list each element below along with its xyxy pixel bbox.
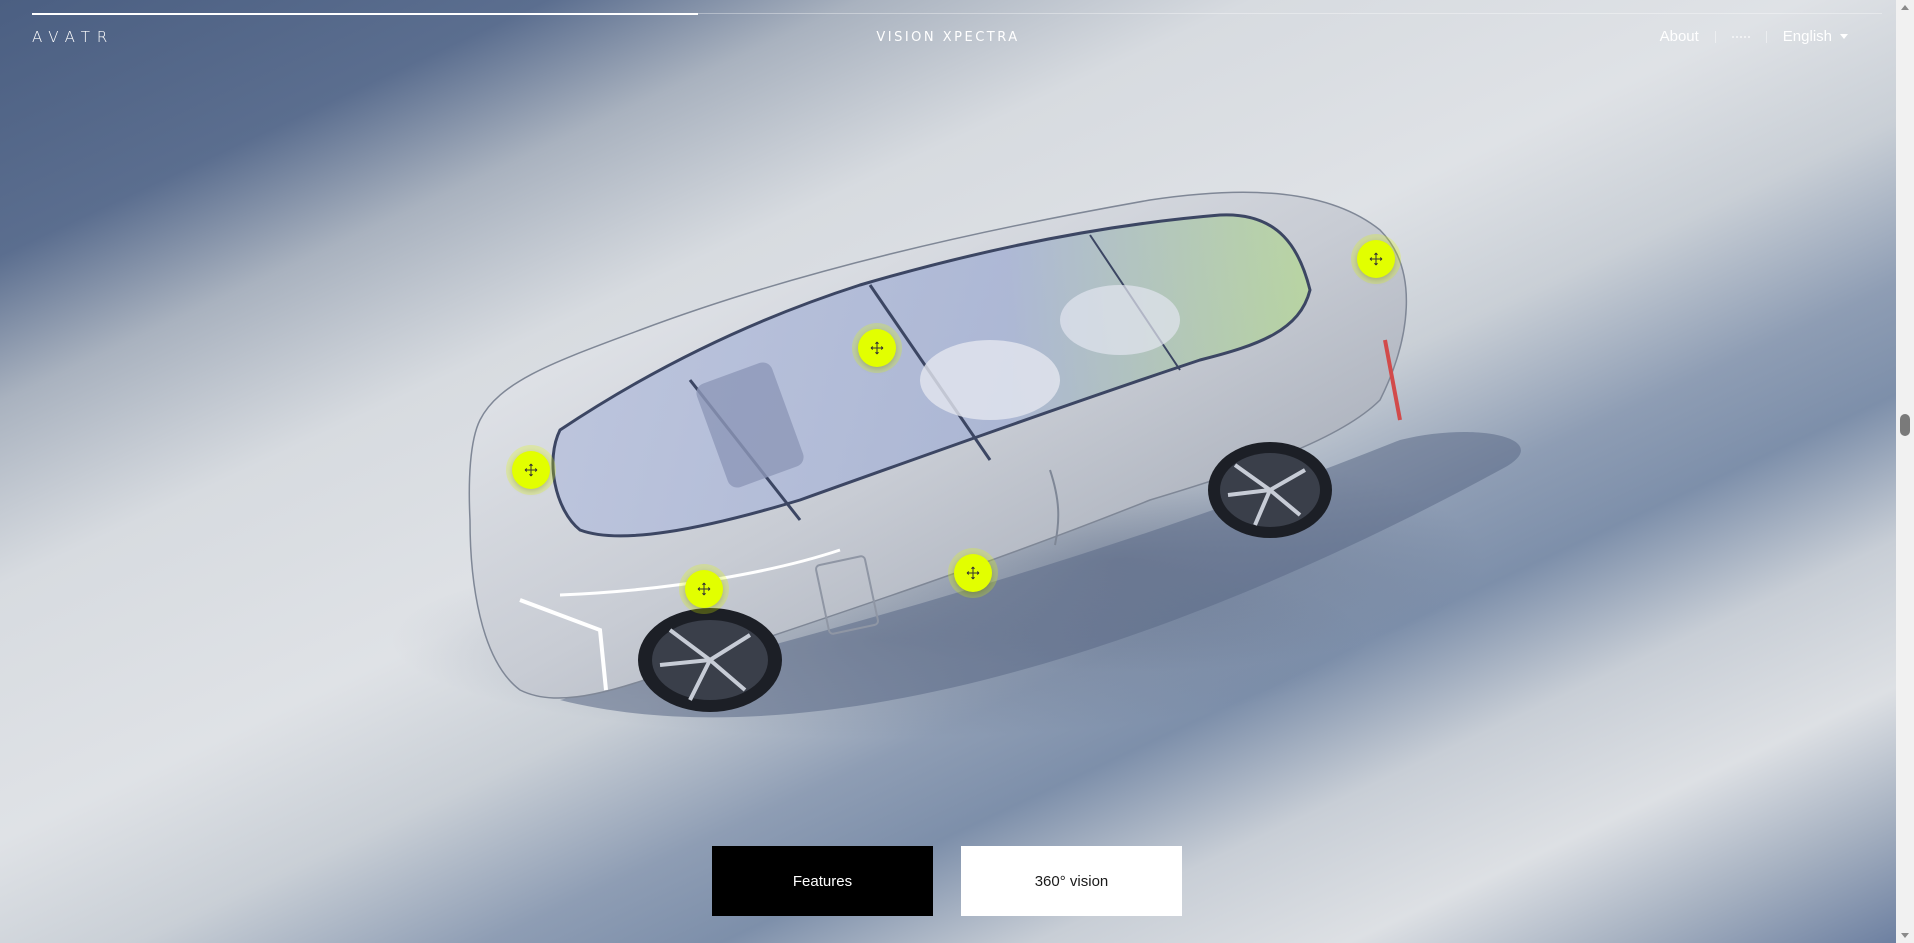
page: AVATR VISION XPECTRA About English Featu… bbox=[0, 0, 1914, 943]
scrollbar[interactable] bbox=[1896, 0, 1914, 943]
scrollbar-thumb[interactable] bbox=[1900, 414, 1910, 436]
site-header: AVATR VISION XPECTRA About English bbox=[0, 14, 1896, 62]
move-cross-icon bbox=[1369, 252, 1383, 266]
scroll-down-arrow-icon[interactable] bbox=[1901, 933, 1909, 938]
nav-divider bbox=[1714, 30, 1716, 43]
language-selector[interactable]: English bbox=[1783, 28, 1848, 45]
move-cross-icon bbox=[524, 463, 538, 477]
language-label: English bbox=[1782, 28, 1832, 45]
about-link[interactable]: About bbox=[1660, 28, 1699, 45]
loading-dots-icon bbox=[1731, 30, 1750, 44]
move-cross-icon bbox=[697, 582, 711, 596]
hotspot-front-wheel[interactable] bbox=[685, 570, 723, 608]
hotspot-roof[interactable] bbox=[858, 329, 896, 367]
header-nav: About English bbox=[1660, 28, 1848, 45]
hotspot-front[interactable] bbox=[512, 451, 550, 489]
move-cross-icon bbox=[870, 341, 884, 355]
hotspot-rear[interactable] bbox=[1357, 240, 1395, 278]
scroll-up-arrow-icon[interactable] bbox=[1901, 5, 1909, 10]
caret-down-icon bbox=[1840, 34, 1848, 39]
hotspot-door[interactable] bbox=[954, 554, 992, 592]
360-vision-button[interactable]: 360° vision bbox=[961, 846, 1182, 916]
page-title: VISION XPECTRA bbox=[876, 30, 1020, 45]
move-cross-icon bbox=[966, 566, 980, 580]
features-button[interactable]: Features bbox=[712, 846, 933, 916]
concept-car-image bbox=[468, 191, 1521, 718]
nav-divider bbox=[1765, 30, 1767, 43]
